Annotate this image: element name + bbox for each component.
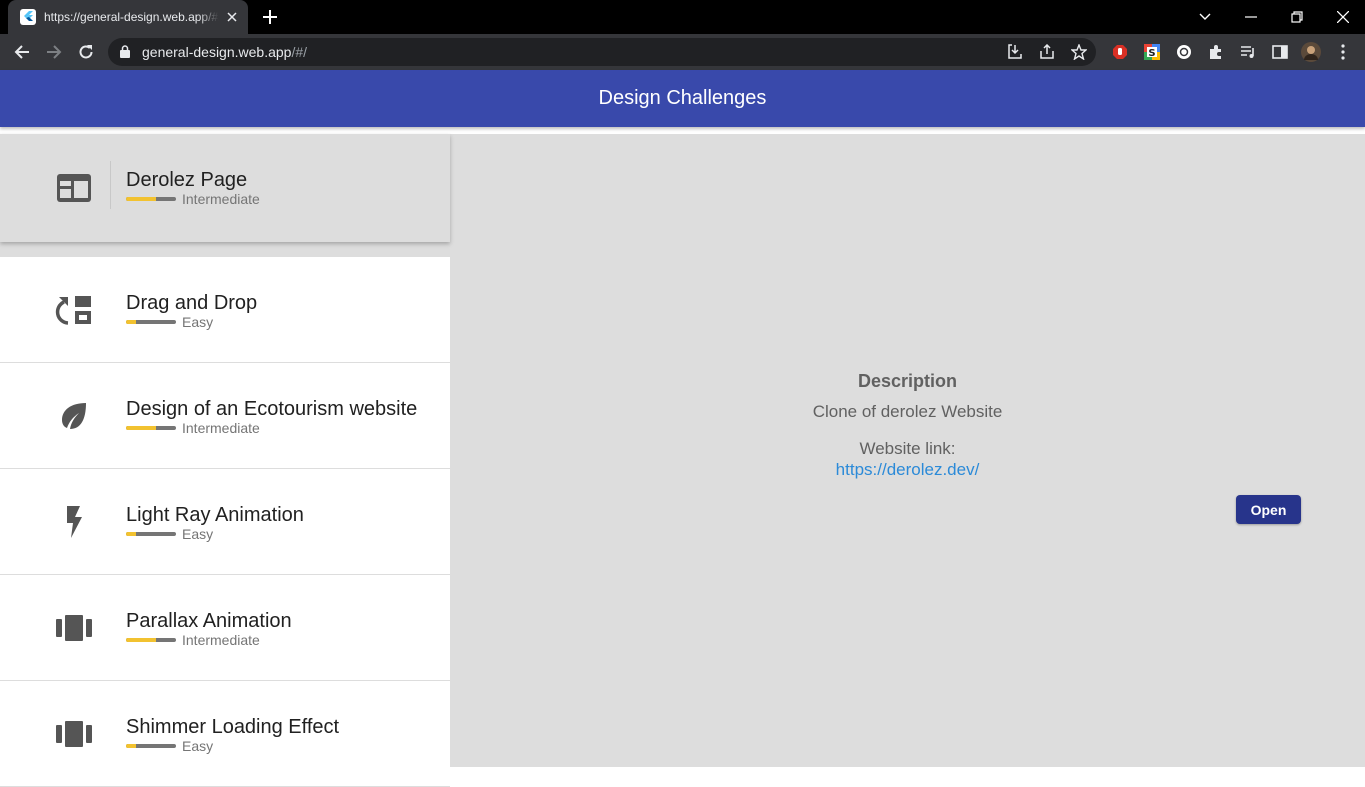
difficulty-bar: [126, 320, 176, 324]
minimize-button[interactable]: [1228, 0, 1274, 34]
difficulty-fill: [126, 320, 136, 324]
media-queue-icon[interactable]: [1238, 42, 1258, 62]
item-title: Light Ray Animation: [126, 504, 304, 526]
extension-circle-icon[interactable]: [1174, 42, 1194, 62]
item-level: Intermediate: [182, 191, 260, 207]
description-heading: Description: [857, 371, 958, 391]
flutter-favicon-icon: [20, 9, 36, 25]
item-level: Easy: [182, 738, 214, 754]
open-button[interactable]: Open: [1236, 495, 1301, 524]
tab-search-chevron-icon[interactable]: [1182, 0, 1228, 34]
extensions-puzzle-icon[interactable]: [1206, 42, 1226, 62]
list-item-shimmer[interactable]: Shimmer Loading Effect Easy: [0, 681, 450, 787]
url-text[interactable]: general-design.web.app/#/: [142, 44, 307, 60]
website-link-label: Website link:: [859, 439, 956, 458]
item-title: Drag and Drop: [126, 292, 258, 314]
browser-tab[interactable]: https://general-design.web.app/#/: [8, 0, 248, 34]
install-app-icon[interactable]: [1005, 42, 1025, 62]
lock-icon[interactable]: [120, 45, 130, 63]
extension-red-hand-icon[interactable]: [1110, 42, 1130, 62]
description-text: Clone of derolez Website: [812, 402, 1003, 421]
close-window-button[interactable]: [1320, 0, 1365, 34]
forward-arrow-icon[interactable]: [42, 40, 66, 64]
tab-close-icon[interactable]: [224, 9, 240, 25]
item-divider: [110, 161, 111, 209]
address-bar[interactable]: general-design.web.app/#/: [108, 38, 1096, 66]
url-host: general-design.web.app: [142, 44, 292, 60]
back-arrow-icon[interactable]: [10, 40, 34, 64]
difficulty-fill: [126, 638, 156, 642]
url-path: /#/: [291, 44, 308, 60]
page-title: Design Challenges: [598, 87, 767, 109]
difficulty-bar: [126, 197, 176, 201]
tab-title: https://general-design.web.app/#/: [44, 10, 219, 24]
flash-icon: [54, 502, 94, 542]
item-title: Design of an Ecotourism website: [126, 398, 418, 420]
list-item-ecotourism[interactable]: Design of an Ecotourism website Intermed…: [0, 363, 450, 469]
bookmark-star-icon[interactable]: [1069, 42, 1089, 62]
difficulty-fill: [126, 744, 136, 748]
leaf-icon: [54, 396, 94, 436]
restore-button[interactable]: [1274, 0, 1320, 34]
profile-avatar[interactable]: [1301, 42, 1321, 62]
item-title: Parallax Animation: [126, 610, 292, 632]
difficulty-bar: [126, 426, 176, 430]
item-level: Easy: [182, 314, 214, 330]
svg-text:S: S: [1148, 48, 1155, 59]
difficulty-bar: [126, 532, 176, 536]
difficulty-fill: [126, 197, 156, 201]
browser-toolbar: general-design.web.app/#/ S: [0, 34, 1365, 70]
list-item-drag-and-drop[interactable]: Drag and Drop Easy: [0, 257, 450, 363]
reload-icon[interactable]: [74, 40, 98, 64]
challenge-list: Derolez Page Intermediate Drag and Drop …: [0, 134, 450, 787]
share-icon[interactable]: [1037, 42, 1057, 62]
difficulty-bar: [126, 638, 176, 642]
website-link[interactable]: https://derolez.dev/: [650, 460, 1165, 480]
list-item-parallax[interactable]: Parallax Animation Intermediate: [0, 575, 450, 681]
app-bar: Design Challenges: [0, 70, 1365, 127]
view-carousel-icon: [54, 714, 94, 754]
difficulty-fill: [126, 426, 156, 430]
item-level: Intermediate: [182, 420, 260, 436]
extension-s-icon[interactable]: S: [1142, 42, 1162, 62]
view-carousel-icon: [54, 608, 94, 648]
difficulty-fill: [126, 532, 136, 536]
difficulty-bar: [126, 744, 176, 748]
item-level: Easy: [182, 526, 214, 542]
new-tab-button[interactable]: [258, 5, 282, 29]
item-level: Intermediate: [182, 632, 260, 648]
list-item-derolez-page[interactable]: Derolez Page Intermediate: [0, 134, 450, 242]
web-layout-icon: [54, 168, 94, 208]
item-title: Shimmer Loading Effect: [126, 716, 340, 738]
browser-menu-icon[interactable]: [1333, 42, 1353, 62]
drag-drop-icon: [54, 290, 94, 330]
item-title: Derolez Page: [126, 169, 248, 191]
side-panel-icon[interactable]: [1270, 42, 1290, 62]
list-item-light-ray[interactable]: Light Ray Animation Easy: [0, 469, 450, 575]
browser-tab-strip: https://general-design.web.app/#/: [0, 0, 1365, 34]
